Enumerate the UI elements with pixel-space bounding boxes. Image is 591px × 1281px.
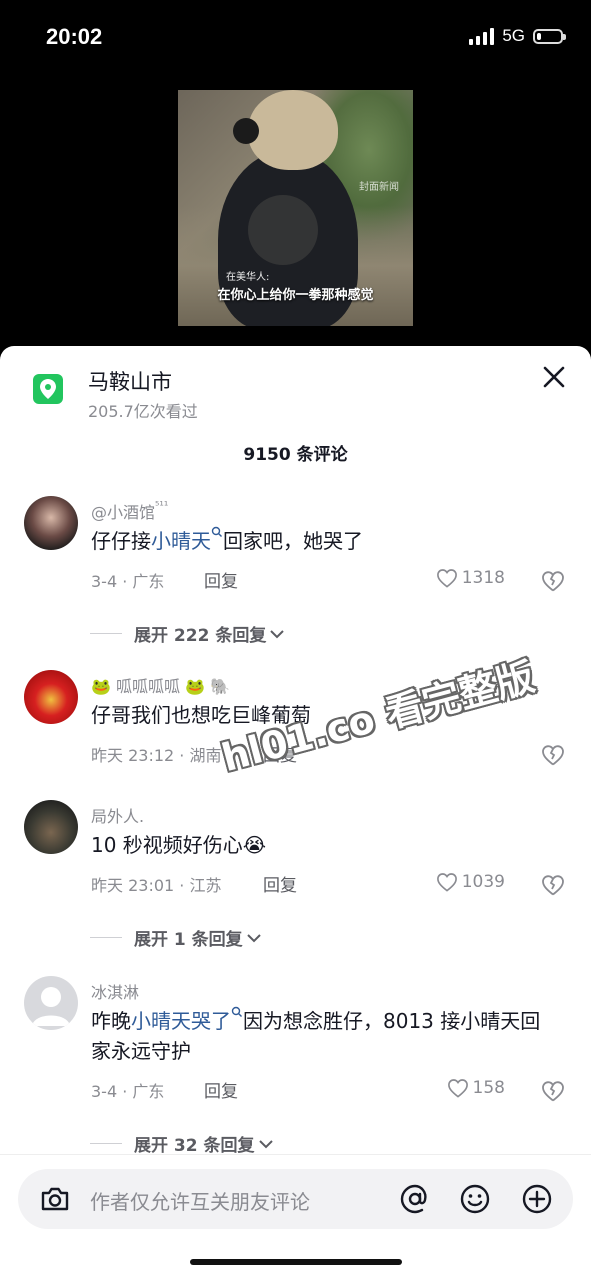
location-pin-icon bbox=[33, 374, 63, 404]
comment-text: 10 秒视频好伤心😭 bbox=[91, 833, 267, 857]
comment-sheet: 马鞍山市 205.7亿次看过 9150 条评论 @小酒馆⁵¹¹ 仔仔接小晴天 回家… bbox=[0, 346, 591, 1280]
comment-text-prefix: 咋晚 bbox=[91, 1009, 131, 1033]
chevron-down-icon bbox=[258, 1139, 273, 1148]
comment-username[interactable]: 局外人. bbox=[91, 803, 144, 827]
chevron-down-icon bbox=[246, 933, 261, 942]
expand-replies-button[interactable]: 展开 1 条回复 bbox=[90, 925, 263, 950]
comment-count: 9150 条评论 bbox=[243, 445, 348, 465]
avatar[interactable] bbox=[24, 496, 78, 550]
panda-ear bbox=[233, 118, 259, 144]
video-speaker-label: 在美华人: bbox=[226, 272, 270, 283]
like-count: 158 bbox=[472, 1078, 505, 1098]
comment-text: 仔仔接小晴天 回家吧，她哭了 bbox=[91, 526, 557, 556]
avatar[interactable] bbox=[24, 800, 78, 854]
comment-text: 咋晚小晴天哭了 因为想念胜仔，8013 接小晴天回家永远守护 bbox=[91, 1006, 557, 1066]
like-count: 1318 bbox=[461, 568, 505, 588]
comment-input[interactable]: 作者仅允许互关朋友评论 bbox=[18, 1169, 573, 1229]
comment-meta: 3-4 · 广东 bbox=[91, 572, 165, 591]
close-icon[interactable] bbox=[541, 364, 567, 390]
like-button[interactable]: 1039 bbox=[436, 872, 505, 892]
heart-icon bbox=[447, 1079, 468, 1098]
username-text[interactable]: @小酒馆 bbox=[91, 503, 155, 522]
add-icon[interactable] bbox=[520, 1182, 554, 1216]
status-bar: 20:02 5G bbox=[0, 0, 591, 76]
search-link-text[interactable]: 小晴天 bbox=[151, 529, 211, 553]
search-link-text[interactable]: 小晴天哭了 bbox=[131, 1009, 231, 1033]
panda-chest bbox=[248, 195, 318, 265]
search-icon bbox=[211, 526, 222, 537]
reply-button[interactable]: 回复 bbox=[204, 567, 238, 592]
camera-icon[interactable] bbox=[38, 1182, 72, 1216]
dislike-icon[interactable] bbox=[541, 744, 565, 766]
username-badge: ⁵¹¹ bbox=[155, 499, 169, 512]
expand-replies-button[interactable]: 展开 32 条回复 bbox=[90, 1131, 275, 1156]
default-avatar-icon bbox=[32, 987, 70, 1026]
input-placeholder: 作者仅允许互关朋友评论 bbox=[90, 1190, 310, 1214]
status-time: 20:02 bbox=[46, 24, 103, 49]
expand-label[interactable]: 展开 32 条回复 bbox=[134, 1131, 255, 1156]
expand-divider bbox=[90, 937, 122, 938]
status-right: 5G bbox=[469, 26, 566, 46]
dislike-icon[interactable] bbox=[541, 570, 565, 592]
avatar[interactable] bbox=[24, 670, 78, 724]
video-player[interactable]: 封面新闻 在美华人: 在你心上给你一拳那种感觉 bbox=[178, 90, 413, 326]
like-button[interactable]: 158 bbox=[447, 1078, 505, 1098]
battery-icon bbox=[533, 28, 566, 44]
comment-username[interactable]: 🐸 呱呱呱呱 🐸 🐘 bbox=[91, 673, 230, 697]
search-link[interactable]: 小晴天哭了 bbox=[131, 1006, 243, 1033]
battery-fill bbox=[537, 32, 541, 40]
chevron-down-icon bbox=[270, 629, 285, 638]
search-icon bbox=[231, 1006, 242, 1017]
network-type: 5G bbox=[502, 26, 525, 45]
comment-username[interactable]: @小酒馆⁵¹¹ bbox=[91, 499, 168, 523]
comment-text-suffix: 回家吧，她哭了 bbox=[223, 529, 363, 553]
at-icon[interactable] bbox=[398, 1182, 432, 1216]
video-subtitle: 在你心上给你一拳那种感觉 bbox=[217, 288, 374, 303]
location-title[interactable]: 马鞍山市 bbox=[88, 366, 172, 396]
comment-meta: 昨天 23:01 · 江苏 bbox=[91, 876, 222, 895]
comment-meta: 3-4 · 广东 bbox=[91, 1082, 165, 1101]
reply-button[interactable]: 回复 bbox=[204, 1077, 238, 1102]
expand-replies-button[interactable]: 展开 222 条回复 bbox=[90, 621, 286, 646]
view-count: 205.7亿次看过 bbox=[88, 402, 198, 421]
comment-meta: 昨天 23:12 · 湖南 bbox=[91, 746, 222, 765]
reply-button[interactable]: 回复 bbox=[263, 871, 297, 896]
expand-label[interactable]: 展开 222 条回复 bbox=[134, 621, 266, 646]
signal-icon bbox=[469, 27, 495, 45]
heart-icon bbox=[436, 569, 457, 588]
emoji-icon[interactable] bbox=[458, 1182, 492, 1216]
home-indicator[interactable] bbox=[190, 1259, 402, 1265]
dislike-icon[interactable] bbox=[541, 874, 565, 896]
search-link[interactable]: 小晴天 bbox=[151, 526, 223, 553]
expand-divider bbox=[90, 1143, 122, 1144]
expand-label[interactable]: 展开 1 条回复 bbox=[134, 925, 243, 950]
avatar[interactable] bbox=[24, 976, 78, 1030]
dislike-icon[interactable] bbox=[541, 1080, 565, 1102]
expand-divider bbox=[90, 633, 122, 634]
like-count: 1039 bbox=[461, 872, 505, 892]
heart-icon bbox=[436, 873, 457, 892]
video-watermark: 封面新闻 bbox=[359, 182, 399, 193]
comment-text-prefix: 仔仔接 bbox=[91, 529, 151, 553]
panda-head bbox=[248, 90, 338, 170]
like-button[interactable]: 1318 bbox=[436, 568, 505, 588]
comment-username[interactable]: 冰淇淋 bbox=[91, 979, 139, 1003]
